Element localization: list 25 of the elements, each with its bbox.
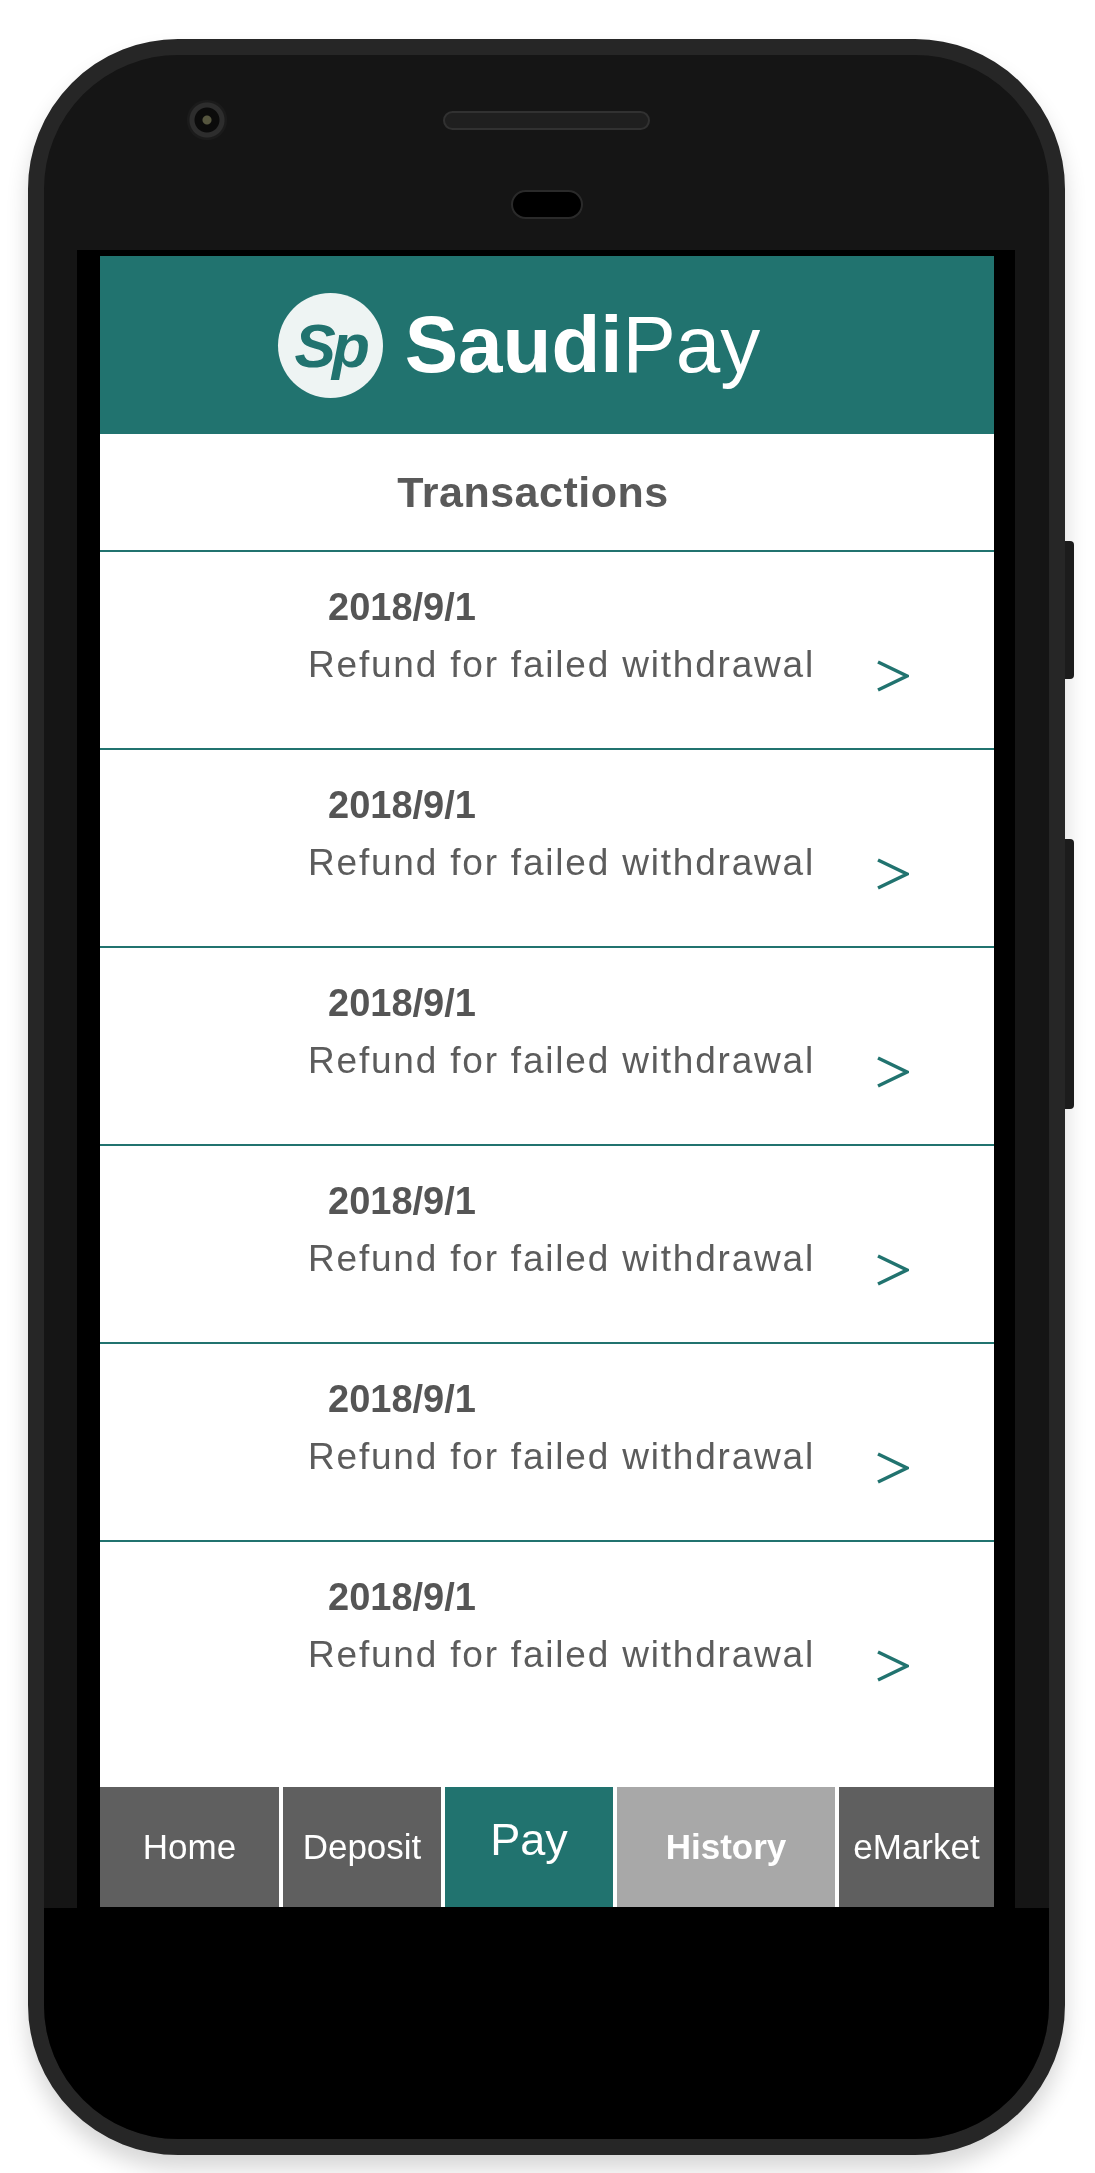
camera-icon [187,100,227,140]
logo-mark: Sp [277,292,383,398]
nav-tab[interactable]: eMarket [839,1787,994,1907]
nav-tab[interactable]: Deposit [283,1787,441,1907]
transaction-date: 2018/9/1 [328,981,476,1025]
transaction-date: 2018/9/1 [328,585,476,629]
nav-tab[interactable]: Pay [445,1787,613,1907]
transaction-description: Refund for failed withdrawal [308,643,815,687]
nav-tab[interactable]: Home [100,1787,279,1907]
transaction-description: Refund for failed withdrawal [308,1435,815,1479]
chevron-right-icon[interactable] [876,1650,909,1682]
chevron-right-icon[interactable] [876,858,909,890]
chevron-right-icon[interactable] [876,1452,909,1484]
transaction-date: 2018/9/1 [328,1179,476,1223]
transaction-date: 2018/9/1 [328,1377,476,1421]
chevron-right-icon[interactable] [876,1056,909,1088]
page-title: Transactions [397,467,669,517]
transaction-date: 2018/9/1 [328,1575,476,1619]
transaction-date: 2018/9/1 [328,783,476,827]
transaction-description: Refund for failed withdrawal [308,1633,815,1677]
transaction-description: Refund for failed withdrawal [308,1237,815,1281]
transaction-description: Refund for failed withdrawal [308,1039,815,1083]
chevron-right-icon[interactable] [876,660,909,692]
transaction-description: Refund for failed withdrawal [308,841,815,885]
chevron-right-icon[interactable] [876,1254,909,1286]
